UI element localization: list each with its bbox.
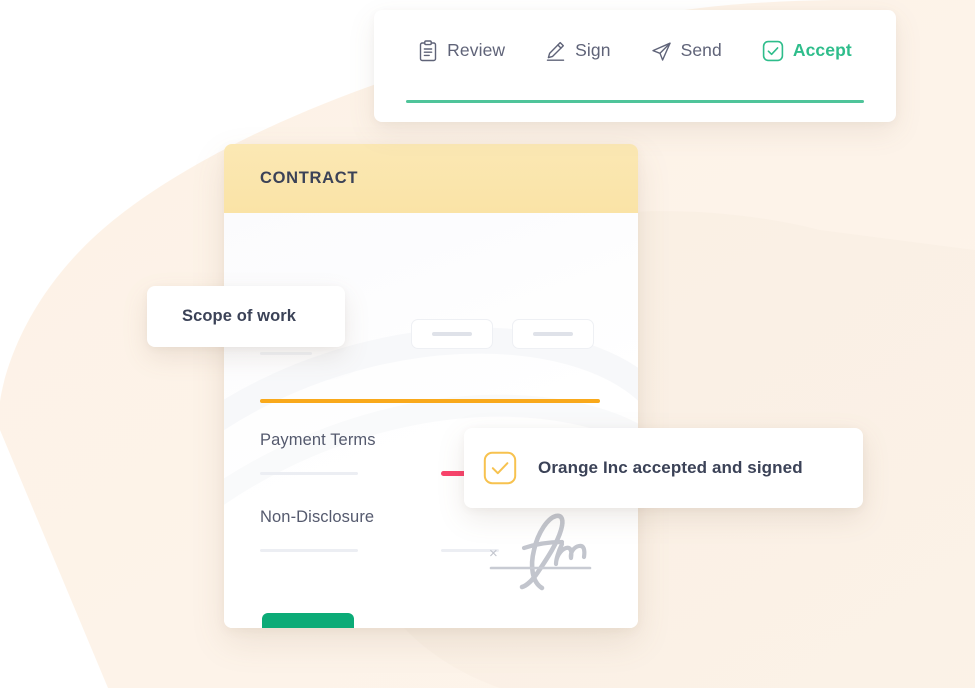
field-value-bar-orange [260, 399, 600, 403]
field-label-non-disclosure: Non-Disclosure [260, 508, 375, 526]
workflow-progress-bar [406, 100, 864, 103]
illustration-canvas: Review Sign Send Accept CONTRACT Payment… [0, 0, 975, 688]
signature-x-mark: × [489, 545, 498, 562]
field-underline-payment-terms [260, 472, 358, 475]
contract-body: Payment Terms Non-Disclosure × [224, 213, 638, 628]
step-send-label: Send [680, 40, 722, 61]
tooltip-scope-of-work[interactable]: Scope of work [147, 286, 345, 347]
contract-title: CONTRACT [260, 169, 359, 187]
workflow-toolbar-card: Review Sign Send Accept [374, 10, 896, 122]
field-label-payment-terms: Payment Terms [260, 431, 376, 449]
submit-button[interactable] [262, 613, 354, 628]
notification-accepted-signed[interactable]: Orange Inc accepted and signed [464, 428, 863, 508]
notification-accepted-signed-label: Orange Inc accepted and signed [538, 458, 803, 477]
step-sign-label: Sign [575, 40, 611, 61]
step-accept-label: Accept [792, 40, 852, 61]
workflow-steps: Review Sign Send Accept [374, 40, 896, 62]
pencil-icon [545, 40, 566, 62]
contract-card: CONTRACT Payment Terms Non-Disclosure × [224, 144, 638, 628]
clipboard-icon [418, 40, 438, 62]
handwritten-signature-icon: × [484, 510, 596, 592]
placeholder-box-1[interactable] [411, 319, 493, 349]
checkbox-check-icon [483, 451, 517, 485]
step-review-label: Review [447, 40, 506, 61]
divider-line-faint [260, 352, 312, 355]
dash-placeholder-icon [533, 332, 573, 336]
paper-plane-icon [651, 41, 672, 62]
tooltip-scope-of-work-label: Scope of work [182, 307, 297, 325]
step-review[interactable]: Review [418, 40, 505, 62]
step-send[interactable]: Send [651, 41, 722, 62]
field-underline-non-disclosure [260, 549, 358, 552]
placeholder-box-2[interactable] [512, 319, 594, 349]
step-accept[interactable]: Accept [762, 40, 852, 62]
dash-placeholder-icon [432, 332, 472, 336]
contract-header: CONTRACT [224, 144, 638, 213]
checkbox-check-icon [762, 40, 784, 62]
step-sign[interactable]: Sign [545, 40, 610, 62]
